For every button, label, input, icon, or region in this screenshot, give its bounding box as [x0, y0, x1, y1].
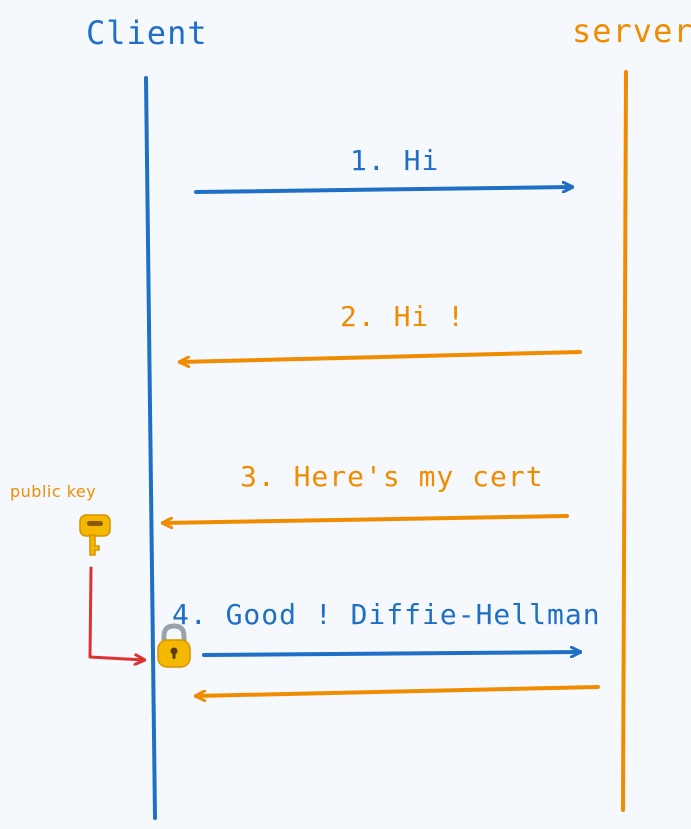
message-2-arrow — [180, 350, 582, 362]
message-1-label: 1. Hi — [350, 144, 440, 177]
message-1-arrow — [194, 187, 572, 194]
padlock-icon — [157, 623, 191, 668]
key-icon — [79, 514, 111, 556]
message-3-label: 3. Here's my cert — [240, 460, 544, 493]
server-lifeline — [621, 70, 628, 812]
message-3-arrow — [163, 514, 569, 523]
message-4-label: 4. Good ! Diffie-Hellman — [172, 598, 601, 631]
message-4-arrow — [202, 652, 580, 655]
message-2-label: 2. Hi ! — [340, 300, 466, 333]
diagram-canvas — [79, 70, 628, 820]
sequence-diagram: Client server 1. Hi 2. Hi ! 3. Here's my… — [0, 0, 691, 829]
public-key-label: public key — [10, 482, 97, 501]
key-to-lock-arrow — [88, 566, 144, 660]
message-5-arrow — [196, 685, 600, 696]
client-lifeline — [144, 76, 157, 820]
